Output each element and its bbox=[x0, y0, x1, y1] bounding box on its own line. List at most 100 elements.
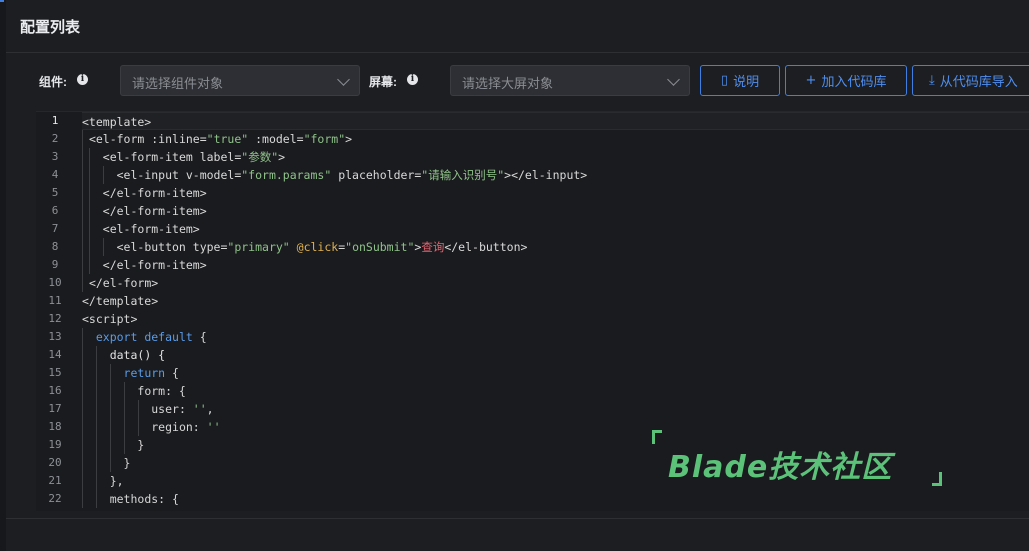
indent-guide bbox=[138, 418, 139, 436]
footer-bar bbox=[6, 518, 1029, 551]
code-string: "primary" bbox=[227, 240, 290, 254]
book-icon: ▯ bbox=[720, 73, 729, 88]
indent-guide bbox=[82, 328, 83, 346]
indent-guide bbox=[89, 166, 90, 184]
info-icon[interactable]: i bbox=[77, 74, 88, 85]
line-number: 19 bbox=[48, 438, 62, 451]
code-token: </el-form-item> bbox=[102, 204, 207, 218]
code-line: <el-form :inline="true" :model="form"> bbox=[82, 130, 1029, 148]
code-token: }, bbox=[109, 474, 124, 488]
screen-select[interactable]: 请选择大屏对象 bbox=[450, 65, 690, 96]
code-string: "参数" bbox=[241, 150, 279, 164]
code-line: </el-form-item> bbox=[82, 184, 1029, 202]
code-line: <template> bbox=[82, 112, 1029, 130]
indent-guide bbox=[82, 130, 83, 148]
indent-guide bbox=[124, 400, 125, 418]
indent-guide bbox=[138, 400, 139, 418]
code-string: "onSubmit" bbox=[345, 240, 415, 254]
indent-guide bbox=[82, 346, 83, 364]
indent-guide bbox=[82, 436, 83, 454]
screen-label: 屏幕: bbox=[369, 75, 397, 89]
code-token: </el-form> bbox=[88, 276, 159, 290]
code-line: form: { bbox=[82, 382, 1029, 400]
line-number: 20 bbox=[48, 456, 62, 469]
code-line: </el-form> bbox=[82, 274, 1029, 292]
code-string: '' bbox=[192, 402, 207, 416]
explain-button[interactable]: ▯ 说明 bbox=[700, 65, 780, 96]
page-title: 配置列表 bbox=[20, 19, 81, 36]
code-token: </el-form-item> bbox=[102, 186, 207, 200]
indent-guide bbox=[96, 490, 97, 508]
chevron-down-icon bbox=[667, 73, 680, 86]
code-string: "form" bbox=[303, 132, 346, 146]
code-token: user: bbox=[151, 402, 193, 416]
code-line: </el-form-item> bbox=[82, 256, 1029, 274]
line-number: 6 bbox=[51, 204, 59, 217]
code-token: <el-input v-model= bbox=[116, 168, 242, 182]
indent-guide bbox=[82, 184, 83, 202]
line-number: 2 bbox=[51, 132, 59, 145]
line-number: 11 bbox=[48, 294, 62, 307]
code-line: data() { bbox=[82, 346, 1029, 364]
line-number: 7 bbox=[51, 222, 59, 235]
indent-guide bbox=[82, 454, 83, 472]
top-accent-line bbox=[0, 0, 4, 2]
indent-guide bbox=[82, 166, 83, 184]
line-number: 4 bbox=[51, 168, 59, 181]
code-string: "true" bbox=[206, 132, 249, 146]
indent-guide bbox=[82, 400, 83, 418]
line-number: 17 bbox=[48, 402, 62, 415]
line-number: 15 bbox=[48, 366, 62, 379]
add-code-button-label: 加入代码库 bbox=[821, 74, 887, 89]
indent-guide bbox=[82, 202, 83, 220]
code-token: { bbox=[192, 330, 207, 344]
indent-guide bbox=[82, 490, 83, 508]
indent-guide bbox=[110, 436, 111, 454]
download-icon: ⤓ bbox=[929, 73, 935, 88]
code-line: </template> bbox=[82, 292, 1029, 310]
line-number: 8 bbox=[51, 240, 59, 253]
indent-guide bbox=[82, 364, 83, 382]
indent-guide bbox=[82, 274, 83, 292]
chevron-down-icon bbox=[337, 73, 350, 86]
line-number-gutter: 1 2 3 4 5 6 7 8 9 10 11 12 13 14 15 16 1… bbox=[36, 112, 74, 511]
code-line: return { bbox=[82, 364, 1029, 382]
toolbar: 组件: i 请选择组件对象 屏幕: i 请选择大屏对象 ▯ 说明 + 加入代码库… bbox=[6, 65, 1029, 96]
indent-guide bbox=[82, 256, 83, 274]
code-keyword: export default bbox=[95, 330, 193, 344]
indent-guide bbox=[89, 202, 90, 220]
indent-guide bbox=[110, 418, 111, 436]
indent-guide bbox=[124, 382, 125, 400]
add-to-code-library-button[interactable]: + 加入代码库 bbox=[785, 65, 907, 96]
info-icon[interactable]: i bbox=[407, 74, 418, 85]
code-token: { bbox=[165, 366, 179, 380]
indent-guide bbox=[89, 220, 90, 238]
code-token: :model= bbox=[248, 132, 304, 146]
config-panel: 配置列表 组件: i 请选择组件对象 屏幕: i 请选择大屏对象 ▯ 说明 + … bbox=[6, 0, 1029, 551]
indent-guide bbox=[89, 148, 90, 166]
indent-guide bbox=[110, 382, 111, 400]
watermark-corner bbox=[932, 472, 942, 486]
indent-guide bbox=[96, 454, 97, 472]
code-keyword: return bbox=[123, 366, 166, 380]
code-token: placeholder= bbox=[331, 168, 422, 182]
code-event: @click bbox=[296, 240, 339, 254]
indent-guide bbox=[110, 454, 111, 472]
component-select[interactable]: 请选择组件对象 bbox=[120, 65, 360, 96]
code-line: <el-button type="primary" @click="onSubm… bbox=[82, 238, 1029, 256]
component-label: 组件: bbox=[39, 75, 67, 89]
import-code-button-label: 从代码库导入 bbox=[939, 74, 1018, 89]
line-number: 14 bbox=[48, 348, 62, 361]
indent-guide bbox=[124, 436, 125, 454]
indent-guide bbox=[82, 382, 83, 400]
indent-guide bbox=[96, 364, 97, 382]
code-token: methods: { bbox=[109, 492, 179, 506]
code-line: <el-form-item> bbox=[82, 220, 1029, 238]
watermark-corner bbox=[652, 430, 662, 444]
indent-guide bbox=[89, 256, 90, 274]
code-token: region: bbox=[151, 420, 207, 434]
code-token: <script> bbox=[82, 312, 138, 326]
code-token: , bbox=[206, 402, 214, 416]
import-from-code-library-button[interactable]: ⤓ 从代码库导入 bbox=[912, 65, 1029, 96]
indent-guide bbox=[110, 364, 111, 382]
